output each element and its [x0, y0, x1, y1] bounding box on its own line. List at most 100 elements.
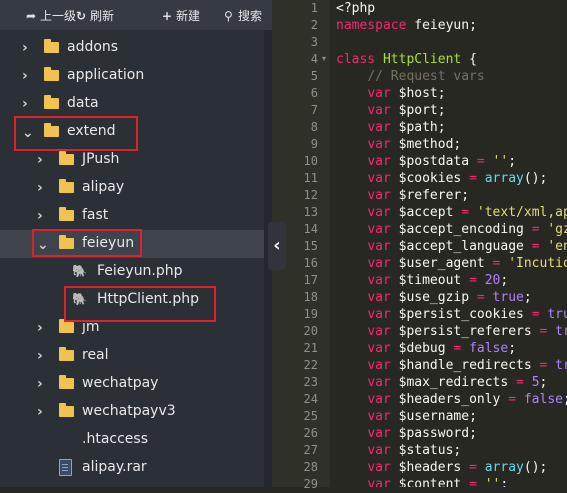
chevron-right-icon[interactable]: › — [37, 376, 43, 392]
code-token: var — [367, 239, 391, 254]
code-token: tru — [547, 307, 567, 322]
code-token: var — [367, 222, 391, 237]
chevron-right-icon[interactable]: › — [37, 152, 43, 168]
code-token: = — [469, 477, 477, 487]
code-token: $referer; — [390, 188, 470, 203]
line-number: 11 — [303, 171, 318, 185]
tree-item-application[interactable]: › application — [0, 62, 264, 90]
code-token: var — [367, 324, 391, 339]
code-token: $port; — [390, 103, 446, 118]
code-token: 20 — [484, 273, 501, 288]
tree-item-data[interactable]: › data — [0, 90, 264, 118]
search-button[interactable]: ⚲ 搜索 — [224, 7, 262, 24]
code-token: $accept — [390, 205, 462, 220]
code-line: var $host; — [336, 85, 446, 102]
code-token: = — [461, 205, 470, 220]
code-token: $timeout — [390, 273, 470, 288]
code-token: = — [531, 307, 540, 322]
tree-item-wechatpay[interactable]: › wechatpay — [0, 370, 264, 398]
tree-item-real[interactable]: › real — [0, 342, 264, 370]
tree-item-alipay[interactable]: › alipay — [0, 174, 264, 202]
tree-item-htaccess[interactable]: .htaccess — [0, 426, 264, 454]
code-line: var $user_agent = 'Incutio — [336, 255, 567, 272]
chevron-right-icon[interactable]: › — [37, 180, 43, 196]
code-token: var — [367, 358, 391, 373]
tree-item-wechatpayv3[interactable]: › wechatpayv3 — [0, 398, 264, 426]
folder-icon — [59, 319, 74, 333]
tree-item-feieyun-php[interactable]: 🐘 Feieyun.php — [0, 258, 264, 286]
chevron-right-icon[interactable]: › — [37, 320, 43, 336]
new-button[interactable]: + 新建 — [162, 7, 200, 24]
tree-item-label: alipay.rar — [82, 459, 147, 475]
code-token: $persist_referers — [390, 324, 540, 339]
chevron-right-icon[interactable]: › — [37, 208, 43, 224]
code-line: var $debug = false; — [336, 340, 516, 357]
code-token: $username; — [390, 409, 477, 424]
code-token: var — [367, 171, 391, 186]
code-editor[interactable]: <?php namespace feieyun; class HttpClient … — [336, 0, 567, 487]
refresh-button[interactable]: ↻ 刷新 — [76, 7, 114, 24]
code-token: var — [367, 86, 391, 101]
tree-item-label: alipay — [82, 179, 125, 195]
up-level-label: 上一级 — [40, 9, 77, 23]
tree-item-addons[interactable]: › addons — [0, 34, 264, 62]
line-number: 26 — [303, 426, 318, 440]
line-number: 1 — [310, 1, 318, 15]
tree-item-alipay-rar[interactable]: alipay.rar — [0, 454, 264, 482]
code-token: = — [508, 392, 517, 407]
chevron-right-icon[interactable]: › — [22, 96, 28, 112]
line-number: 2 — [310, 18, 318, 32]
chevron-left-icon: ‹ — [273, 235, 281, 256]
tree-item-label: fast — [82, 207, 109, 223]
code-token: $postdata — [390, 154, 477, 169]
code-token: $host; — [390, 86, 446, 101]
tree-item-fast[interactable]: › fast — [0, 202, 264, 230]
chevron-right-icon[interactable]: › — [22, 68, 28, 84]
collapse-panel-button[interactable]: ‹ — [268, 222, 286, 270]
code-token: var — [367, 409, 391, 424]
line-number: 8 — [310, 120, 318, 134]
code-token: var — [367, 443, 391, 458]
tree-item-label: data — [67, 95, 99, 111]
chevron-right-icon[interactable]: › — [37, 404, 43, 420]
code-token: $persist_cookies — [390, 307, 532, 322]
code-token: var — [367, 188, 391, 203]
tree-item-label: .htaccess — [82, 431, 148, 447]
code-token: var — [367, 120, 391, 135]
tree-item-label: wechatpay — [82, 375, 159, 391]
up-level-button[interactable]: ➦ 上一级 — [26, 7, 76, 24]
code-token: '' — [492, 154, 509, 169]
code-token: true — [492, 290, 524, 305]
line-number: 25 — [303, 409, 318, 423]
code-token: // Request vars — [367, 69, 485, 84]
tree-item-label: application — [67, 67, 145, 83]
fold-arrow-icon[interactable]: ▾ — [322, 54, 326, 63]
chevron-right-icon[interactable]: › — [22, 40, 28, 56]
line-number: 19 — [303, 307, 318, 321]
code-token: false — [469, 341, 509, 356]
code-token: = — [469, 460, 477, 475]
line-number: 13 — [303, 205, 318, 219]
code-token: ; — [523, 290, 532, 305]
line-number: 6 — [310, 86, 318, 100]
line-number: 9 — [310, 137, 318, 151]
code-token: $content — [390, 477, 470, 487]
code-token: $cookies — [390, 171, 470, 186]
chevron-right-icon[interactable]: › — [37, 348, 43, 364]
refresh-icon: ↻ — [76, 9, 87, 23]
code-token: $password; — [390, 426, 477, 441]
code-token: var — [367, 205, 391, 220]
code-line: var $port; — [336, 102, 446, 119]
line-number: 17 — [303, 273, 318, 287]
folder-icon — [59, 207, 74, 221]
folder-icon — [44, 67, 59, 81]
code-token: array — [484, 171, 524, 186]
